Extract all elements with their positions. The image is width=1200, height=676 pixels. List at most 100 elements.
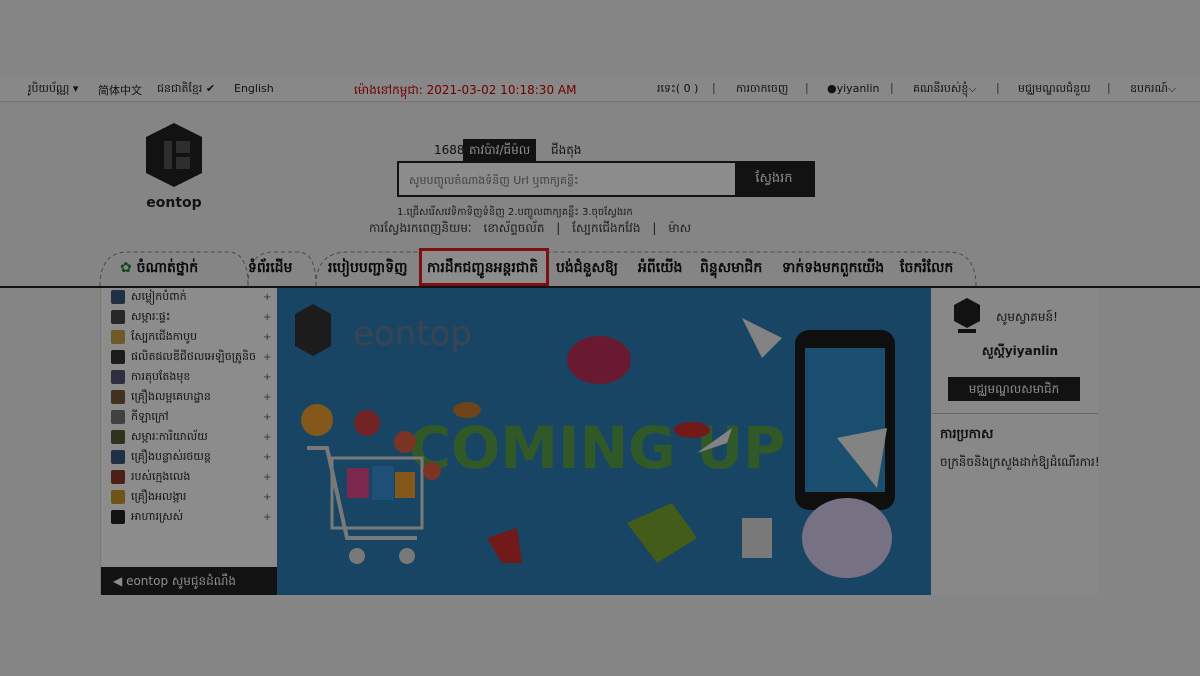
welcome-text: សូមស្វាគមន៍! <box>996 310 1058 324</box>
nav-contact-us[interactable]: ទាក់ទងមកពួកយើង <box>782 258 884 279</box>
my-account-dropdown[interactable]: គណនីរបស់ខ្ញុំ⌵ <box>913 82 977 98</box>
nav-how-to-order[interactable]: របៀបបញ្ជាទិញ <box>328 258 407 279</box>
banner-illustration: eontop COMING UP <box>277 288 931 595</box>
store-icon <box>394 431 416 453</box>
logo-text: eontop <box>146 195 201 211</box>
site-logo[interactable]: eontop <box>140 123 208 213</box>
lang-en-link[interactable]: English <box>234 82 274 95</box>
plus-icon: + <box>263 512 272 523</box>
jd-icon <box>354 410 380 436</box>
divider: | <box>712 81 716 94</box>
divider: | <box>996 81 1000 94</box>
website-dropdown[interactable]: ឧបករណ៍⌵ <box>1130 82 1176 98</box>
nav-categories[interactable]: ✿ ចំណាត់ថ្នាក់ <box>120 258 198 279</box>
purse-icon <box>567 336 631 384</box>
nav-member-points[interactable]: ពិន្ទុសមាជិក <box>700 258 762 279</box>
category-item[interactable]: ការតុបតែងមុខ + <box>111 370 271 388</box>
plus-icon: + <box>263 332 272 343</box>
shoes-bags-icon <box>111 330 125 344</box>
elephant-mascot-icon <box>802 498 892 578</box>
nav-share[interactable]: ចែករំលែក <box>900 258 953 279</box>
divider <box>932 413 1098 414</box>
lang-km-link[interactable]: ជនជាតិខ្មែរ ✔ <box>157 82 215 98</box>
divider: | <box>556 221 561 235</box>
plus-icon: + <box>263 412 272 423</box>
category-item[interactable]: សម្ភារៈការិយាល័យ + <box>111 430 271 448</box>
shopping-bag-icon <box>742 518 772 558</box>
sunglasses-icon <box>674 422 710 438</box>
category-item[interactable]: គ្រឿងលម្អគេហដ្ឋាន + <box>111 390 271 408</box>
category-item[interactable]: កីឡាក្រៅ + <box>111 410 271 428</box>
search-input[interactable] <box>407 169 731 191</box>
food-icon <box>111 510 125 524</box>
category-item[interactable]: អាហារស្រស់ + <box>111 510 271 528</box>
category-item[interactable]: គ្រឿងអលង្ការ + <box>111 490 271 508</box>
user-link[interactable]: ●yiyanlin <box>827 82 879 95</box>
hot-word-phone-case[interactable]: ខោស័ព្ទចល័ត <box>484 221 545 235</box>
chevron-down-icon: ⌵ <box>968 82 977 95</box>
cart-link[interactable]: រទេះ( 0 ) <box>657 82 698 98</box>
currency-dropdown[interactable]: រូបិយប័ណ្ណ ▾ <box>28 82 78 98</box>
hot-word-mask[interactable]: ម៉ាស <box>668 221 691 235</box>
search-hints: 1.ជ្រើសរើសវេទិកាទិញទំនិញ 2.បញ្ចូលពាក្យគន… <box>397 207 633 218</box>
car-icon <box>111 450 125 464</box>
plus-icon: + <box>263 452 272 463</box>
banner-headline: COMING UP <box>408 414 785 482</box>
divider: | <box>652 221 657 235</box>
clothing-icon <box>111 290 125 304</box>
announcement-item[interactable]: ចក្រនិចនិងក្រសួងដាក់ឱ្យដំណើរការ! <box>940 454 1100 472</box>
plus-icon: + <box>263 292 272 303</box>
chevron-down-icon: ⌵ <box>1167 82 1177 95</box>
ring-icon <box>111 490 125 504</box>
logo-icon <box>295 304 331 356</box>
sidebar-notice[interactable]: ◀ eontop សូមជូនដំណឹង <box>101 567 277 595</box>
hot-words: ការស្វែងរកពេញនិយមៈ ខោស័ព្ទចល័ត | ស្បែកជើ… <box>365 220 695 238</box>
category-item[interactable]: សម្លៀកបំពាក់ + <box>111 290 271 308</box>
plus-icon: + <box>263 392 272 403</box>
speaker-icon: ◀ <box>113 574 123 588</box>
plus-icon: + <box>263 372 272 383</box>
hot-word-boots[interactable]: ស្បែកជើងកវែង <box>572 221 640 235</box>
category-item[interactable]: របស់ក្មេងលេង + <box>111 470 271 488</box>
avatar <box>954 298 980 333</box>
toy-icon <box>111 470 125 484</box>
home-goods-icon <box>111 310 125 324</box>
plus-icon: + <box>263 492 272 503</box>
user-panel: សូមស្វាគមន៍! សួស្តីyiyanlin មជ្ឈមណ្ឌលសមា… <box>932 288 1100 595</box>
nav-international-shipping[interactable]: ការដឹកជញ្ជូនអន្តរជាតិ <box>427 258 538 279</box>
hat-icon <box>453 402 481 418</box>
category-item[interactable]: ផលិតផលឌីជីថលអេឡិចត្រូនិច + <box>111 350 271 368</box>
tab-taobao-tmall[interactable]: តាវប៉ាវ/ធីម៉ល <box>463 139 537 161</box>
category-item[interactable]: ស្បែកជើងកាបូប + <box>111 330 271 348</box>
plus-icon: + <box>263 312 272 323</box>
category-item[interactable]: គ្រឿងបន្លាស់រថយន្ត + <box>111 450 271 468</box>
furniture-icon <box>111 390 125 404</box>
banner-logo-text: eontop <box>353 314 472 354</box>
page: រូបិយប័ណ្ណ ▾ 简体中文 ជនជាតិខ្មែរ ✔ English … <box>0 0 1200 676</box>
category-sidebar: សម្លៀកបំពាក់ + សម្ភារៈផ្ទះ + ស្បែកជើងកាបូប… <box>100 288 277 595</box>
search-button[interactable]: ស្វែងរក <box>735 163 813 195</box>
grid-icon: ✿ <box>120 260 132 276</box>
member-center-button[interactable]: មជ្ឈមណ្ឌលសមាជិក <box>948 377 1080 401</box>
dumbbell-icon <box>111 410 125 424</box>
logout-link[interactable]: ការចាកចេញ <box>736 82 788 98</box>
top-bar: រូបិយប័ណ្ណ ▾ 简体中文 ជនជាតិខ្មែរ ✔ English … <box>0 76 1200 102</box>
user-greeting: សួស្តីyiyanlin <box>982 344 1059 358</box>
makeup-icon <box>111 370 125 384</box>
category-item[interactable]: សម្ភារៈផ្ទះ + <box>111 310 271 328</box>
nav-pay-on-behalf[interactable]: បង់ជំនួសឱ្យ <box>556 258 618 279</box>
hot-words-label: ការស្វែងរកពេញនិយមៈ <box>369 221 472 235</box>
office-icon <box>111 430 125 444</box>
hero-banner[interactable]: eontop COMING UP <box>277 288 931 595</box>
store-icon <box>423 462 441 480</box>
plus-icon: + <box>263 432 272 443</box>
nav-about-us[interactable]: អំពីយើង <box>638 258 682 279</box>
nav-home[interactable]: ទំព័រដើម <box>248 258 292 279</box>
tab-jd[interactable]: ជីងតុង <box>545 139 587 161</box>
eontop-logo-icon: eontop <box>146 123 202 211</box>
lang-zh-link[interactable]: 简体中文 <box>98 82 142 98</box>
alibaba-icon <box>301 404 333 436</box>
divider: | <box>805 81 809 94</box>
plus-icon: + <box>263 352 272 363</box>
help-center-link[interactable]: មជ្ឈមណ្ឌលជំនួយ <box>1018 82 1091 98</box>
